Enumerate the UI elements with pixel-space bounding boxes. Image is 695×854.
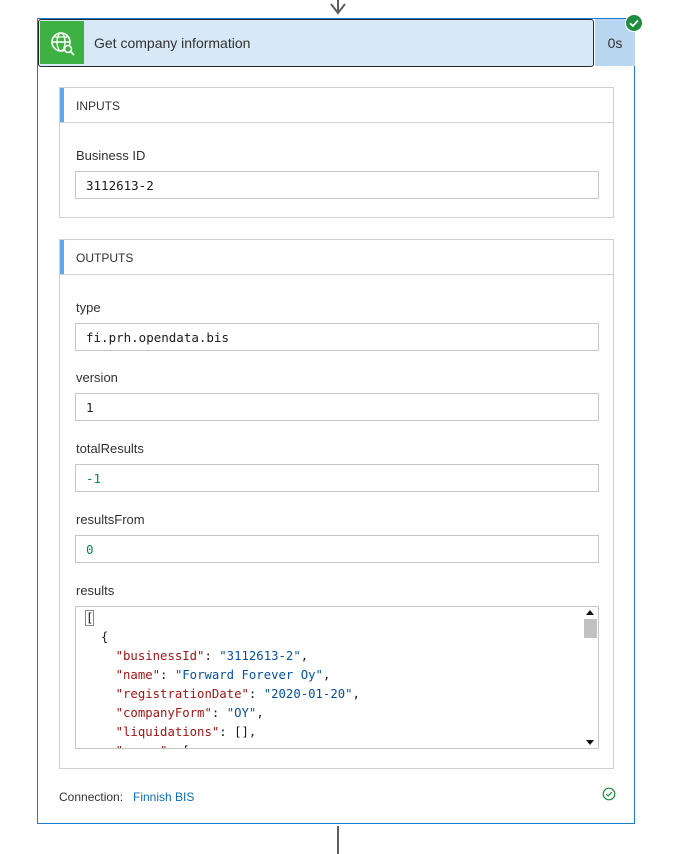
connector-line-bottom [337, 826, 339, 854]
json-string: "3112613-2" [219, 649, 301, 663]
scroll-thumb[interactable] [584, 619, 597, 638]
type-label: type [76, 300, 101, 315]
json-key: "liquidations" [115, 725, 220, 739]
json-punctuation: : [160, 668, 175, 682]
action-title-bar[interactable]: Get company information [38, 19, 594, 67]
json-string: "Forward Forever Oy" [174, 668, 323, 682]
json-string: "2020-01-20" [263, 687, 353, 701]
business-id-field[interactable]: 3112613-2 [75, 171, 599, 199]
section-accent-bar [60, 88, 64, 122]
json-punctuation: , [300, 649, 309, 663]
type-field[interactable]: fi.prh.opendata.bis [75, 323, 599, 351]
json-punctuation: : [], [219, 725, 257, 739]
version-label: version [76, 370, 118, 385]
connection-ok-icon [602, 787, 616, 801]
json-punctuation: , [256, 706, 264, 720]
results-label: results [76, 583, 115, 598]
success-checkmark-icon [625, 14, 643, 32]
scroll-down-arrow-icon[interactable] [586, 740, 594, 745]
total-results-label: totalResults [76, 441, 144, 456]
json-key: "registrationDate" [115, 687, 249, 701]
action-card: Get company information 0s INPUTS Busine… [37, 14, 643, 824]
json-punctuation: : [ [167, 744, 189, 748]
inputs-header-label: INPUTS [76, 99, 121, 113]
outputs-section-header: OUTPUTS [60, 240, 613, 275]
code-line: [ [84, 609, 360, 628]
code-line: "businessId": "3112613-2", [86, 647, 360, 666]
results-code-editor[interactable]: [ { "businessId": "3112613-2", "name": "… [75, 606, 599, 749]
outputs-section: OUTPUTS type fi.prh.opendata.bis version… [59, 239, 614, 769]
json-punctuation: : [204, 649, 220, 663]
results-from-field[interactable]: 0 [75, 535, 599, 563]
connection-label: Connection: [59, 790, 124, 804]
inputs-section: INPUTS Business ID 3112613-2 [59, 87, 614, 218]
json-punctuation: [ [84, 610, 95, 626]
json-punctuation: , [322, 668, 331, 682]
code-line: { [86, 628, 360, 647]
json-punctuation: : [211, 706, 227, 720]
code-line: "liquidations": [], [86, 723, 360, 742]
action-header[interactable]: Get company information 0s [38, 14, 643, 67]
version-field[interactable]: 1 [75, 393, 599, 421]
total-results-field[interactable]: -1 [75, 464, 599, 492]
arrow-down-icon [330, 3, 346, 15]
outputs-header-label: OUTPUTS [76, 251, 134, 265]
code-line: "names": [ [86, 742, 360, 748]
results-scrollbar[interactable] [582, 607, 598, 748]
globe-search-icon [40, 21, 84, 64]
json-string: "OY" [226, 706, 257, 720]
section-accent-bar [60, 240, 64, 274]
json-punctuation: , [352, 687, 360, 701]
code-line: "companyForm": "OY", [86, 704, 360, 723]
scroll-up-arrow-icon[interactable] [586, 610, 594, 615]
connection-link[interactable]: Finnish BIS [133, 790, 194, 804]
action-title: Get company information [94, 35, 251, 51]
code-line: "registrationDate": "2020-01-20", [86, 685, 360, 704]
json-key: "names" [116, 744, 168, 748]
json-key: "companyForm" [115, 706, 212, 720]
json-key: "name" [115, 668, 161, 682]
business-id-label: Business ID [76, 148, 146, 163]
code-line: "name": "Forward Forever Oy", [86, 666, 360, 685]
json-punctuation: : [248, 687, 264, 701]
inputs-section-header: INPUTS [60, 88, 613, 123]
duration-text: 0s [607, 34, 623, 51]
json-key: "businessId" [115, 649, 205, 663]
results-code-content: [ { "businessId": "3112613-2", "name": "… [84, 609, 360, 748]
json-punctuation: { [100, 630, 109, 644]
results-from-label: resultsFrom [76, 512, 145, 527]
